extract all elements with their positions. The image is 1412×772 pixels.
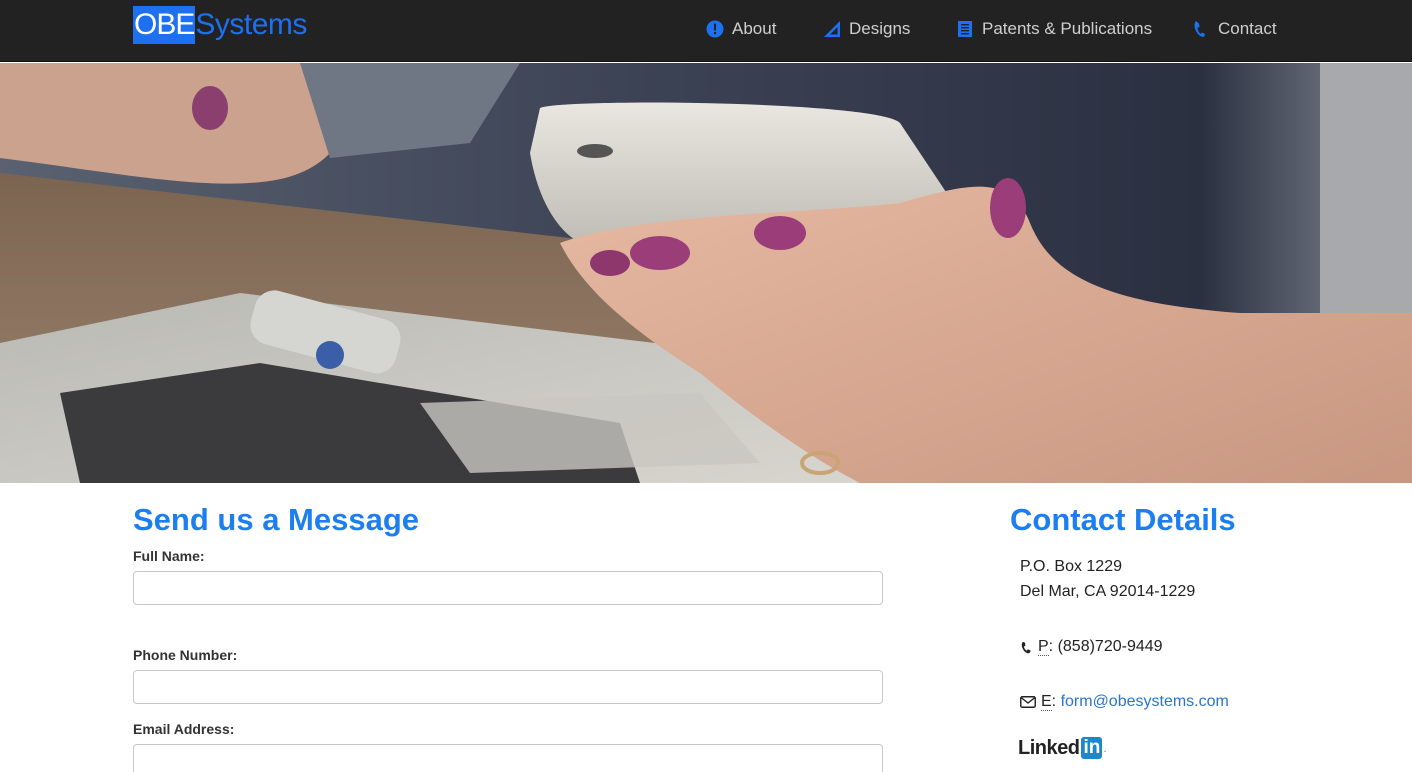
email-address-input[interactable] bbox=[133, 744, 883, 772]
document-icon bbox=[958, 21, 972, 37]
navbar: OBE Systems About Designs Patents & Publ… bbox=[0, 0, 1412, 62]
nav-patents[interactable]: Patents & Publications bbox=[956, 0, 1152, 58]
hero-image bbox=[0, 63, 1412, 483]
email-prefix: E bbox=[1041, 693, 1052, 711]
nav-about-label: About bbox=[732, 19, 777, 38]
info-circle-icon bbox=[706, 20, 724, 38]
nav-contact-label: Contact bbox=[1218, 19, 1277, 38]
phone-number-label: Phone Number: bbox=[133, 647, 238, 663]
phone-icon bbox=[1021, 641, 1031, 653]
linkedin-dot: . bbox=[1103, 741, 1107, 755]
nav-about[interactable]: About bbox=[706, 0, 776, 58]
nav-patents-label: Patents & Publications bbox=[982, 19, 1153, 38]
contact-phone: P: (858)720-9449 bbox=[1020, 638, 1163, 656]
contact-email: E: form@obesystems.com bbox=[1020, 693, 1229, 711]
email-address-label: Email Address: bbox=[133, 721, 235, 737]
contact-details-heading: Contact Details bbox=[1010, 502, 1236, 537]
address-line-2: Del Mar, CA 92014-1229 bbox=[1020, 583, 1196, 600]
phone-value: : (858)720-9449 bbox=[1048, 638, 1163, 655]
brand-part-systems: Systems bbox=[195, 8, 307, 41]
nav-designs[interactable]: Designs bbox=[823, 0, 910, 58]
phone-number-input[interactable] bbox=[133, 670, 883, 704]
linkedin-logo[interactable]: Linked in. bbox=[1018, 736, 1107, 760]
linkedin-in-box: in bbox=[1081, 737, 1103, 759]
nav-contact[interactable]: Contact bbox=[1192, 0, 1277, 58]
envelope-icon bbox=[1020, 696, 1036, 708]
full-name-label: Full Name: bbox=[133, 548, 205, 564]
address-line-1: P.O. Box 1229 bbox=[1020, 558, 1122, 575]
hero-photo-illustration bbox=[0, 63, 1412, 483]
form-heading: Send us a Message bbox=[133, 502, 420, 537]
brand-logo[interactable]: OBE Systems bbox=[133, 6, 307, 44]
email-link[interactable]: form@obesystems.com bbox=[1061, 693, 1229, 710]
nav-designs-label: Designs bbox=[849, 19, 911, 38]
phone-prefix: P bbox=[1038, 638, 1049, 656]
brand-part-obe: OBE bbox=[133, 6, 195, 44]
phone-icon bbox=[1194, 21, 1205, 37]
linkedin-text: Linked bbox=[1018, 736, 1080, 759]
ruler-triangle-icon bbox=[824, 21, 840, 37]
full-name-input[interactable] bbox=[133, 571, 883, 605]
